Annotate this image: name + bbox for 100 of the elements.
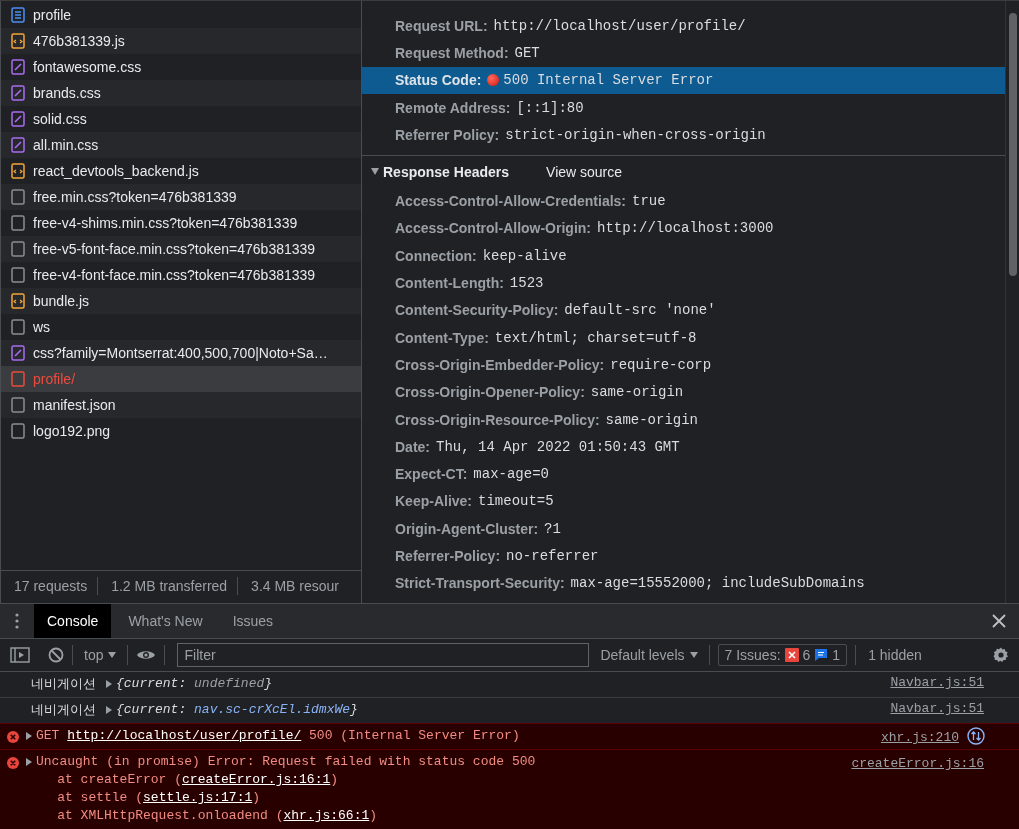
file-icon	[11, 189, 25, 205]
header-value: same-origin	[590, 384, 684, 401]
scrollbar-thumb[interactable]	[1008, 13, 1017, 276]
header-value: same-origin	[605, 411, 699, 428]
request-row[interactable]: 476b381339.js	[1, 28, 361, 54]
source-link[interactable]: createError.js:16	[851, 756, 984, 771]
sidebar-toggle-icon[interactable]	[10, 647, 30, 663]
script-file-icon	[11, 163, 25, 179]
header-name: Date:	[395, 438, 430, 455]
error-message: at createError (createError.js:16:1)	[56, 771, 339, 789]
expand-arrow-icon[interactable]	[26, 758, 32, 766]
header-name: Strict-Transport-Security:	[395, 575, 565, 592]
request-row[interactable]: free.min.css?token=476b381339	[1, 184, 361, 210]
file-icon	[11, 423, 25, 439]
request-row[interactable]: free-v4-shims.min.css?token=476b381339	[1, 210, 361, 236]
request-row[interactable]: bundle.js	[1, 288, 361, 314]
header-value: text/html; charset=utf-8	[494, 329, 697, 346]
expand-triangle-icon[interactable]	[371, 168, 379, 176]
drawer-tab[interactable]: Issues	[219, 604, 287, 638]
request-row[interactable]: ws	[1, 314, 361, 340]
header-value: http://localhost/user/profile/	[493, 17, 746, 34]
source-link[interactable]: Navbar.js:51	[890, 675, 984, 690]
header-value: GET	[514, 44, 540, 61]
view-source-link[interactable]: View source	[546, 164, 623, 180]
drawer-tab[interactable]: Console	[34, 604, 112, 638]
error-message: at settle (settle.js:17:1)	[56, 789, 261, 807]
file-icon	[11, 241, 25, 257]
drawer-tab[interactable]: What's New	[115, 604, 216, 638]
stylesheet-file-icon	[11, 137, 25, 153]
more-options-icon[interactable]	[15, 613, 19, 629]
source-link[interactable]: xhr.js:210	[881, 730, 959, 745]
request-row[interactable]: all.min.css	[1, 132, 361, 158]
request-row[interactable]: brands.css	[1, 80, 361, 106]
expand-arrow-icon[interactable]	[106, 680, 112, 688]
expand-arrow-icon[interactable]	[106, 706, 112, 714]
close-icon[interactable]	[992, 614, 1006, 628]
header-value: true	[632, 193, 666, 210]
request-row[interactable]: solid.css	[1, 106, 361, 132]
error-message: Uncaught (in promise) Error: Request failed with status code 500	[36, 753, 536, 771]
header-name: Referrer-Policy:	[395, 548, 501, 564]
message-icon	[814, 648, 829, 662]
error-message: GET http://localhost/user/profile/ 500 (Internal Server Error)	[36, 727, 520, 745]
stylesheet-file-icon	[11, 85, 25, 101]
header-name: Cross-Origin-Resource-Policy:	[395, 411, 600, 428]
header-value: strict-origin-when-cross-origin	[505, 126, 766, 143]
header-name: Content-Security-Policy:	[395, 302, 559, 319]
header-name: Access-Control-Allow-Origin:	[395, 220, 591, 237]
header-name: Keep-Alive:	[395, 493, 473, 510]
file-icon	[11, 319, 25, 335]
summary-text: 17 requests	[1, 576, 99, 595]
status-dot-icon	[487, 74, 500, 87]
header-value: timeout=5	[478, 493, 554, 510]
header-value: ?1	[544, 520, 561, 537]
request-row[interactable]: profile	[1, 2, 361, 28]
network-request-icon[interactable]	[967, 727, 985, 745]
request-row[interactable]: free-v5-font-face.min.css?token=476b381339	[1, 236, 361, 262]
document-icon	[11, 7, 25, 23]
header-name: Cross-Origin-Embedder-Policy:	[395, 356, 605, 373]
file-icon	[11, 267, 25, 283]
request-row[interactable]: logo192.png	[1, 418, 361, 444]
header-name: Cross-Origin-Opener-Policy:	[395, 384, 585, 401]
header-value: keep-alive	[482, 247, 567, 264]
header-name: Origin-Agent-Cluster:	[395, 520, 539, 537]
settings-icon[interactable]	[993, 647, 1009, 663]
request-row[interactable]: fontawesome.css	[1, 54, 361, 80]
script-file-icon	[11, 33, 25, 49]
header-value: 500 Internal Server Error	[503, 72, 714, 89]
header-value: [::1]:80	[516, 99, 584, 116]
header-value: 1523	[509, 275, 544, 291]
header-value: http://localhost:3000	[597, 220, 774, 237]
context-dropdown[interactable]: top	[81, 647, 120, 663]
summary-text: 3.4 MB resour	[250, 576, 340, 595]
link[interactable]: createError.js:16:1	[182, 772, 331, 787]
request-row[interactable]: manifest.json	[1, 392, 361, 418]
request-row[interactable]: free-v4-font-face.min.css?token=476b381339	[1, 262, 361, 288]
section-title[interactable]: Response Headers	[383, 164, 510, 180]
link[interactable]: http://localhost/user/profile/	[67, 728, 302, 743]
levels-dropdown[interactable]: Default levels	[597, 647, 701, 663]
clear-console-icon[interactable]	[48, 647, 64, 663]
error-message: at XMLHttpRequest.onloadend (xhr.js:66:1)	[56, 807, 378, 825]
error-icon	[7, 731, 19, 743]
file-icon	[11, 371, 25, 387]
link[interactable]: xhr.js:66:1	[283, 808, 370, 823]
header-name: Content-Length:	[395, 275, 504, 291]
request-row[interactable]: react_devtools_backend.js	[1, 158, 361, 184]
stylesheet-file-icon	[11, 59, 25, 75]
header-name: Remote Address:	[395, 99, 511, 116]
issues-button[interactable]: 7 Issues: 6 1	[717, 644, 848, 666]
filter-field[interactable]: Filter	[177, 643, 590, 667]
header-value: default-src 'none'	[564, 302, 716, 319]
header-name: Content-Type:	[395, 329, 489, 346]
expand-arrow-icon[interactable]	[26, 732, 32, 740]
header-value: Thu, 14 Apr 2022 01:50:43 GMT	[436, 438, 680, 455]
request-row[interactable]: css?family=Montserrat:400,500,700|Noto+Sa…	[1, 340, 361, 366]
header-name: Connection:	[395, 247, 477, 264]
log-label: 네비게이션	[31, 675, 96, 693]
source-link[interactable]: Navbar.js:51	[890, 701, 984, 716]
header-name: Expect-CT:	[395, 466, 468, 483]
link[interactable]: settle.js:17:1	[143, 790, 253, 805]
stylesheet-file-icon	[11, 345, 25, 361]
